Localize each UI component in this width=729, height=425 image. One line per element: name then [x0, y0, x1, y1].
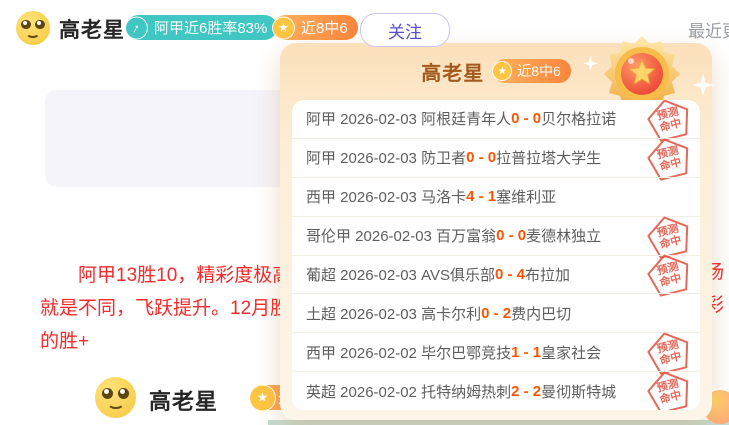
- away-team: 曼彻斯特城: [541, 381, 616, 402]
- win-rate-badge: ↑ 阿甲近6胜率83%: [126, 15, 277, 40]
- match-row[interactable]: 土超 2026-02-03 高卡尔利0 - 2费内巴切: [292, 293, 700, 332]
- match-info: 阿甲 2026-02-03 阿根廷青年人: [306, 108, 511, 129]
- avatar-smile: [107, 397, 124, 409]
- match-score: 0 - 0: [466, 149, 496, 166]
- star-icon: ★: [492, 61, 512, 81]
- away-team: 塞维利亚: [496, 186, 556, 207]
- star-icon: ★: [249, 384, 276, 411]
- match-info: 西甲 2026-02-03 马洛卡: [306, 186, 466, 207]
- match-score: 0 - 0: [496, 227, 526, 244]
- up-arrow-icon: ↑: [125, 16, 148, 39]
- match-info: 土超 2026-02-03 高卡尔利: [306, 303, 481, 324]
- match-row[interactable]: 哥伦甲 2026-02-03 百万富翁0 - 0麦德林独立 预测 命中: [292, 216, 700, 255]
- match-score: 1 - 1: [511, 344, 541, 361]
- match-info: 阿甲 2026-02-03 防卫者: [306, 147, 466, 168]
- match-list: 阿甲 2026-02-03 阿根廷青年人0 - 0贝尔格拉诺 预测 命中 阿甲 …: [292, 100, 700, 410]
- away-team: 布拉加: [525, 264, 570, 285]
- match-info: 西甲 2026-02-02 毕尔巴鄂竞技: [306, 342, 511, 363]
- user-avatar[interactable]: [95, 377, 136, 418]
- prediction-popup: 高老星 ★ 近8中6 阿甲 2026-02-03 阿根廷青年人0 - 0贝尔格拉…: [280, 43, 712, 420]
- match-row[interactable]: 葡超 2026-02-03 AVS俱乐部0 - 4布拉加 预测 命中: [292, 255, 700, 294]
- match-row[interactable]: 阿甲 2026-02-03 防卫者0 - 0拉普拉塔大学生 预测 命中: [292, 138, 700, 177]
- match-row[interactable]: 西甲 2026-02-02 毕尔巴鄂竞技1 - 1皇家社会 预测 命中: [292, 332, 700, 371]
- popup-hit-badge: ★ 近8中6: [493, 59, 571, 83]
- away-team: 麦德林独立: [526, 225, 601, 246]
- match-info: 葡超 2026-02-03 AVS俱乐部: [306, 264, 495, 285]
- away-team: 贝尔格拉诺: [541, 108, 616, 129]
- avatar-smile: [26, 27, 40, 37]
- user-avatar[interactable]: [16, 11, 50, 45]
- match-info: 英超 2026-02-02 托特纳姆热刺: [306, 381, 511, 402]
- match-row[interactable]: 英超 2026-02-02 托特纳姆热刺2 - 2曼彻斯特城 预测 命中: [292, 371, 700, 410]
- match-score: 0 - 4: [495, 266, 525, 283]
- away-team: 费内巴切: [511, 303, 571, 324]
- match-row[interactable]: 西甲 2026-02-03 马洛卡4 - 1塞维利亚: [292, 177, 700, 216]
- red-commentary-line: 就是不同，飞跃提升。12月胜: [40, 293, 289, 320]
- user-name[interactable]: 高老星: [149, 384, 218, 416]
- away-team: 拉普拉塔大学生: [496, 147, 601, 168]
- user-name[interactable]: 高老星: [59, 14, 125, 44]
- follow-button[interactable]: 关注: [360, 13, 450, 47]
- red-commentary-line: 阿甲13胜10，精彩度极高: [40, 260, 291, 287]
- match-score: 4 - 1: [466, 188, 496, 205]
- match-score: 2 - 2: [511, 383, 541, 400]
- match-info: 哥伦甲 2026-02-03 百万富翁: [306, 225, 496, 246]
- popup-hit-label: 近8中6: [517, 61, 561, 81]
- hit-streak-badge: ★ 近8中6: [273, 15, 358, 40]
- match-row[interactable]: 阿甲 2026-02-03 阿根廷青年人0 - 0贝尔格拉诺 预测 命中: [292, 100, 700, 138]
- prediction-hit-stamp-icon: 预测 命中: [643, 365, 696, 410]
- star-icon: ★: [272, 16, 295, 39]
- hit-streak-label: 近8中6: [301, 17, 348, 38]
- popup-title: 高老星: [421, 57, 484, 86]
- match-score: 0 - 2: [481, 305, 511, 322]
- away-team: 皇家社会: [541, 342, 601, 363]
- win-rate-label: 阿甲近6胜率83%: [154, 17, 267, 38]
- background-band: [268, 420, 729, 425]
- match-score: 0 - 0: [511, 110, 541, 127]
- recent-update-label[interactable]: 最近更: [688, 17, 729, 42]
- red-commentary-line: 的胜+: [40, 326, 89, 353]
